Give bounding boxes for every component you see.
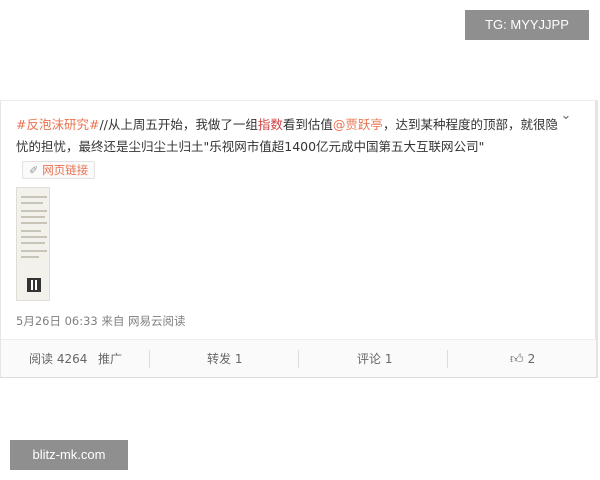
- hashtag-link[interactable]: #反泡沫研究#: [16, 117, 99, 132]
- web-link-label: 网页链接: [42, 162, 89, 177]
- repost-button[interactable]: 转发 1: [207, 340, 242, 378]
- thumb-line: [21, 230, 41, 232]
- divider: [447, 350, 448, 368]
- thumb-line: [21, 256, 39, 258]
- comment-button[interactable]: 评论 1: [357, 340, 392, 378]
- post-timestamp[interactable]: 5月26日 06:33: [16, 314, 98, 328]
- thumb-line: [21, 216, 45, 218]
- post-text: #反泡沫研究#//从上周五开始，我做了一组指数看到估值@贾跃亭，达到某种程度的顶…: [16, 114, 561, 180]
- thumb-line: [21, 196, 47, 198]
- thumb-line: [21, 236, 47, 238]
- mention-link[interactable]: @贾跃亭: [333, 117, 383, 132]
- highlight-text: 指数: [257, 117, 283, 132]
- post-text-part-2: 看到估值: [282, 117, 333, 132]
- thumb-line: [21, 202, 43, 204]
- thumbs-up-icon: 👍︎: [510, 352, 524, 367]
- like-button[interactable]: 👍︎ 2: [510, 340, 535, 378]
- web-link-button[interactable]: ✐ 网页链接: [22, 160, 96, 179]
- post-source[interactable]: 来自 网易云阅读: [101, 314, 185, 328]
- thumb-line: [21, 210, 47, 212]
- action-bar: 阅读 4264 推广 转发 1 评论 1 👍︎ 2: [1, 339, 596, 377]
- thumb-line: [21, 222, 47, 224]
- like-count: 2: [527, 352, 536, 366]
- divider: [149, 350, 150, 368]
- watermark-top: TG: MYYJJPP: [465, 10, 589, 40]
- thumb-line: [21, 250, 47, 252]
- divider: [298, 350, 299, 368]
- watermark-bottom: blitz-mk.com: [10, 440, 128, 470]
- post-meta: 5月26日 06:33 来自 网易云阅读: [16, 313, 186, 329]
- weibo-post-card: ⌄ #反泡沫研究#//从上周五开始，我做了一组指数看到估值@贾跃亭，达到某种程度…: [0, 100, 598, 378]
- post-image-thumbnail[interactable]: [16, 187, 50, 301]
- chevron-down-icon[interactable]: ⌄: [559, 109, 573, 123]
- read-count: 阅读 4264: [29, 352, 88, 366]
- qr-code-icon: [27, 278, 41, 292]
- promote-button[interactable]: 推广: [98, 340, 122, 378]
- link-icon: ✐: [29, 163, 39, 177]
- post-text-part-1: //从上周五开始，我做了一组: [99, 117, 258, 132]
- thumb-line: [21, 242, 45, 244]
